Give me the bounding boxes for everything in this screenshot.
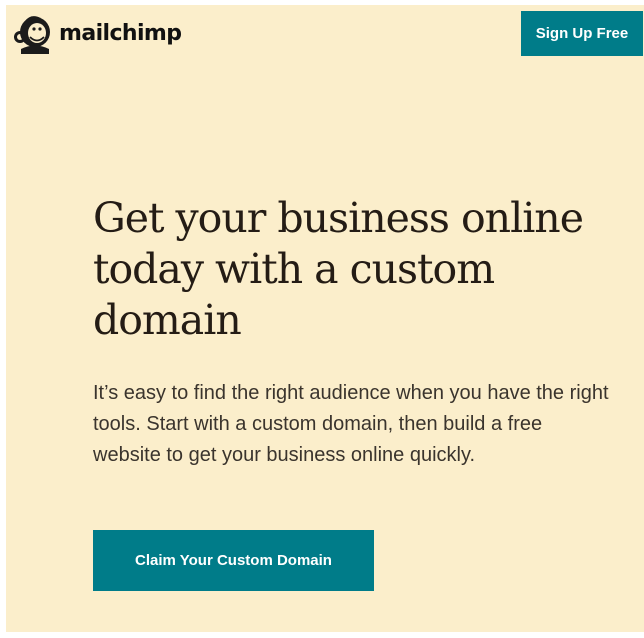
freddie-monkey-icon (14, 16, 50, 54)
sign-up-free-button[interactable]: Sign Up Free (521, 11, 643, 56)
hero-headline: Get your business online today with a cu… (93, 194, 584, 344)
page-background: mailchimp Sign Up Free Get your business… (6, 5, 644, 632)
mailchimp-logo[interactable]: mailchimp (11, 10, 182, 58)
hero-description: It’s easy to find the right audience whe… (93, 382, 609, 466)
claim-custom-domain-button[interactable]: Claim Your Custom Domain (93, 530, 374, 591)
logo-wordmark: mailchimp (59, 21, 182, 46)
